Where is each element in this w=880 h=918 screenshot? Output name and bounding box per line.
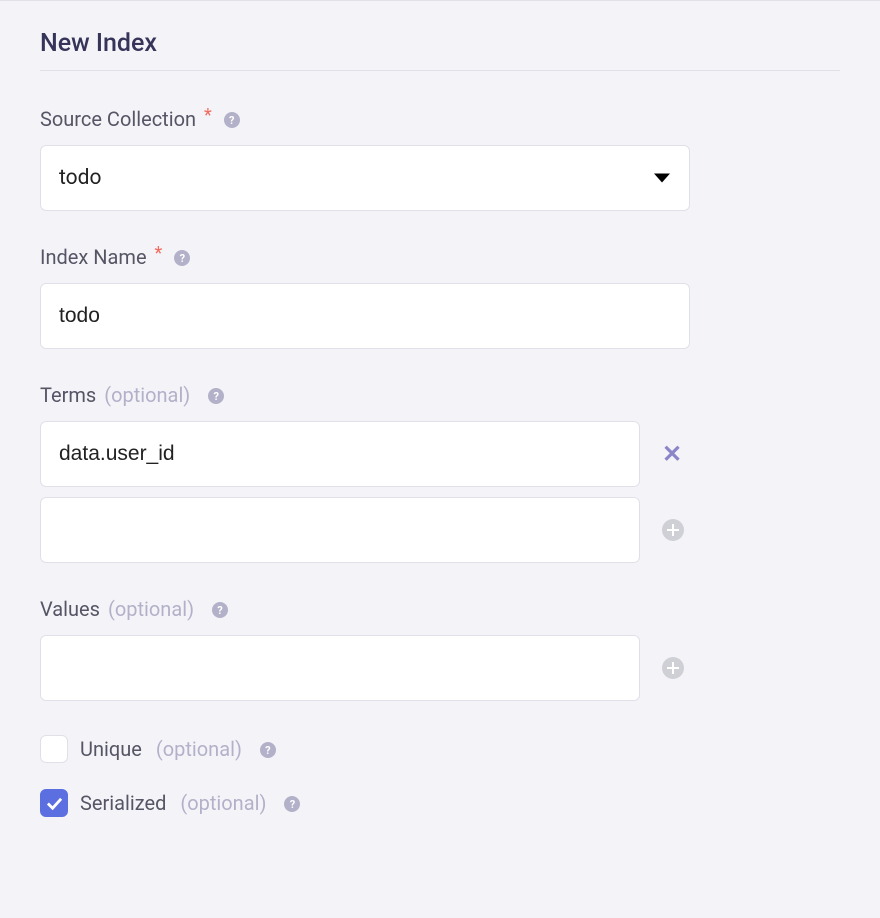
- help-icon[interactable]: ?: [208, 388, 224, 404]
- source-collection-select[interactable]: todo: [40, 145, 690, 211]
- help-icon[interactable]: ?: [260, 742, 276, 758]
- source-collection-label-row: Source Collection * ?: [40, 107, 840, 131]
- serialized-optional-label: (optional): [180, 791, 266, 815]
- help-icon[interactable]: ?: [224, 112, 240, 128]
- index-name-field: Index Name * ?: [40, 245, 840, 349]
- help-icon[interactable]: ?: [174, 250, 190, 266]
- unique-checkbox[interactable]: [40, 735, 68, 763]
- source-collection-label: Source Collection: [40, 107, 196, 131]
- help-icon[interactable]: ?: [284, 796, 300, 812]
- unique-label: Unique: [80, 737, 142, 761]
- remove-icon[interactable]: ✕: [662, 442, 682, 466]
- index-name-label-row: Index Name * ?: [40, 245, 840, 269]
- add-icon[interactable]: [662, 519, 684, 541]
- terms-label: Terms: [40, 383, 96, 407]
- terms-label-row: Terms (optional) ?: [40, 383, 840, 407]
- required-star-icon: *: [204, 105, 212, 126]
- terms-field: Terms (optional) ? ✕: [40, 383, 840, 563]
- serialized-row: Serialized (optional) ?: [40, 789, 840, 817]
- terms-optional-label: (optional): [104, 383, 190, 407]
- value-input[interactable]: [40, 635, 640, 701]
- required-star-icon: *: [155, 243, 163, 264]
- value-row: [40, 635, 840, 701]
- panel-title: New Index: [40, 29, 840, 71]
- help-icon[interactable]: ?: [212, 602, 228, 618]
- term-input[interactable]: [40, 497, 640, 563]
- serialized-checkbox[interactable]: [40, 789, 68, 817]
- source-collection-field: Source Collection * ? todo: [40, 107, 840, 211]
- term-input[interactable]: [40, 421, 640, 487]
- source-collection-value[interactable]: todo: [40, 145, 690, 211]
- add-icon[interactable]: [662, 657, 684, 679]
- new-index-panel: New Index Source Collection * ? todo Ind…: [0, 1, 880, 817]
- term-row: ✕: [40, 421, 840, 487]
- unique-optional-label: (optional): [156, 737, 242, 761]
- index-name-label: Index Name: [40, 245, 147, 269]
- values-field: Values (optional) ?: [40, 597, 840, 701]
- unique-row: Unique (optional) ?: [40, 735, 840, 763]
- values-optional-label: (optional): [108, 597, 194, 621]
- term-row: [40, 497, 840, 563]
- values-label: Values: [40, 597, 100, 621]
- index-name-input[interactable]: [40, 283, 690, 349]
- values-label-row: Values (optional) ?: [40, 597, 840, 621]
- serialized-label: Serialized: [80, 791, 166, 815]
